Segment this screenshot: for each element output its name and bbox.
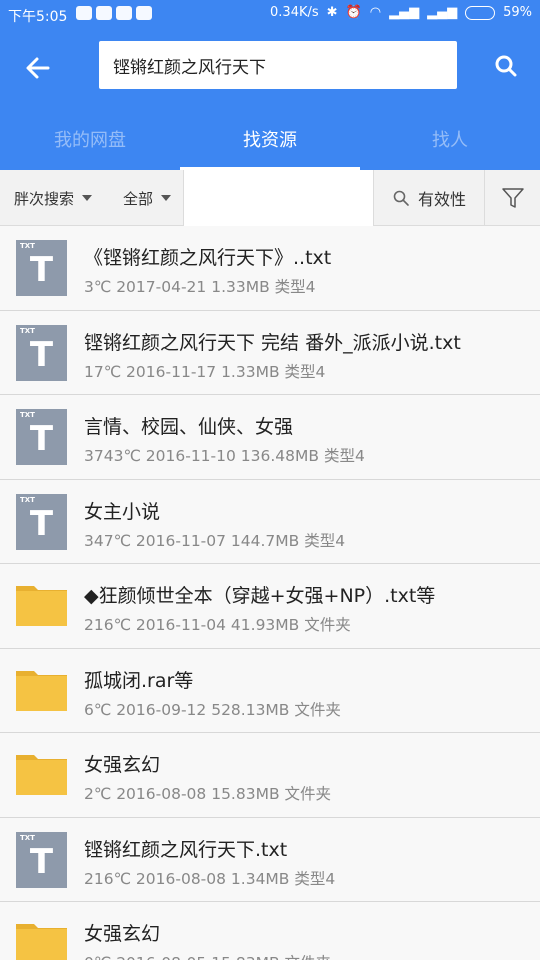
item-meta: 3℃ 2017-04-21 1.33MB 类型4	[84, 278, 316, 296]
list-item[interactable]: TXT T 言情、校园、仙侠、女强 3743℃ 2016-11-10 136.48MB…	[0, 395, 540, 480]
alarm-icon: ⏰	[345, 5, 362, 20]
item-title: 女强玄幻	[84, 754, 161, 776]
app-header: 下午5:05 0.34K/s ✱ ⏰ ◠ ▂▄▆ ▂▄▆ 59% 我的网盘 找资…	[0, 0, 540, 170]
search-icon	[393, 190, 409, 206]
item-meta: 0℃ 2016-08-05 15.83MB 文件夹	[84, 951, 331, 960]
validity-label: 有效性	[417, 190, 466, 209]
item-title: ◆狂颜倾世全本（穿越+女强+NP）.txt等	[84, 585, 436, 607]
tab-bar: 我的网盘 找资源 找人	[0, 116, 540, 170]
item-title: 孤城闭.rar等	[84, 669, 194, 692]
txt-label: TXT	[20, 326, 35, 335]
item-title: 女主小说	[84, 500, 161, 523]
list-item[interactable]: ◆狂颜倾世全本（穿越+女强+NP）.txt等 216℃ 2016-11-04 41…	[0, 564, 540, 649]
wechat-icon	[76, 6, 92, 20]
list-item[interactable]: TXT T 铿锵红颜之风行天下 完结 番外_派派小说.txt 17℃ 2016-11-…	[0, 310, 540, 395]
search-icon[interactable]	[490, 50, 522, 82]
resource-list: TXT T 《铿锵红颜之风行天下》..txt 3℃ 2017-04-21 1.33MB…	[0, 226, 540, 960]
dropdown-arrow-icon	[82, 195, 93, 201]
txt-letter: T	[29, 250, 54, 290]
folder-icon	[16, 663, 67, 719]
txt-letter: T	[29, 334, 54, 375]
wechat-icon	[96, 6, 112, 20]
item-title: 铿锵红颜之风行天下.txt	[84, 838, 288, 861]
txt-file-icon: TXT T	[16, 831, 67, 888]
txt-file-icon: TXT T	[16, 324, 67, 381]
status-time: 下午5:05	[8, 9, 68, 25]
item-title: 言情、校园、仙侠、女强	[84, 416, 294, 438]
network-speed: 0.34K/s	[270, 5, 319, 20]
search-input[interactable]	[113, 55, 443, 75]
item-meta: 2℃ 2016-08-08 15.83MB 文件夹	[84, 785, 332, 803]
validity-filter-button[interactable]: 有效性	[374, 170, 485, 226]
notification-icons	[76, 6, 152, 20]
battery-percent: 59%	[503, 5, 532, 20]
back-arrow-icon[interactable]	[22, 52, 54, 84]
signal-icon: ▂▄▆	[389, 5, 420, 20]
item-meta: 6℃ 2016-09-12 528.13MB 文件夹	[84, 700, 341, 719]
bluetooth-icon: ✱	[326, 5, 338, 20]
tab-my-disk[interactable]: 我的网盘	[0, 116, 180, 170]
txt-label: TXT	[20, 833, 35, 842]
item-title: 铿锵红颜之风行天下 完结 番外_派派小说.txt	[84, 331, 461, 354]
txt-file-icon: TXT T	[16, 409, 67, 465]
signal-icon: ▂▄▆	[427, 5, 458, 20]
search-box[interactable]	[99, 41, 457, 89]
txt-file-icon: TXT T	[16, 240, 67, 296]
list-item[interactable]: TXT T 女主小说 347℃ 2016-11-07 144.7MB 类型4	[0, 479, 540, 564]
list-item[interactable]: TXT T 《铿锵红颜之风行天下》..txt 3℃ 2017-04-21 1.33MB…	[0, 226, 540, 311]
txt-label: TXT	[20, 411, 35, 419]
sort-dropdown-label: 胖次搜索	[14, 189, 75, 208]
tab-find-people[interactable]: 找人	[360, 116, 540, 170]
item-meta: 347℃ 2016-11-07 144.7MB 类型4	[84, 531, 346, 550]
app-notification-icon	[136, 6, 152, 20]
list-item[interactable]: 孤城闭.rar等 6℃ 2016-09-12 528.13MB 文件夹	[0, 648, 540, 733]
item-title: 女强玄幻	[84, 923, 161, 945]
item-meta: 3743℃ 2016-11-10 136.48MB 类型4	[84, 447, 365, 465]
type-dropdown[interactable]: 全部	[123, 170, 172, 226]
dropdown-arrow-icon	[161, 195, 172, 201]
txt-label: TXT	[20, 495, 35, 504]
list-item[interactable]: 女强玄幻 2℃ 2016-08-08 15.83MB 文件夹	[0, 733, 540, 818]
item-meta: 216℃ 2016-11-04 41.93MB 文件夹	[84, 616, 351, 634]
filter-funnel-button[interactable]	[486, 170, 540, 226]
list-item[interactable]: TXT T 铿锵红颜之风行天下.txt 216℃ 2016-08-08 1.34MB …	[0, 817, 540, 902]
txt-label: TXT	[20, 242, 35, 250]
type-dropdown-label: 全部	[123, 189, 154, 208]
folder-icon	[16, 916, 67, 960]
list-item[interactable]: 女强玄幻 0℃ 2016-08-05 15.83MB 文件夹	[0, 902, 540, 960]
folder-icon	[16, 578, 67, 634]
filter-input[interactable]	[183, 170, 374, 226]
folder-icon	[16, 747, 67, 803]
battery-icon	[465, 6, 496, 20]
sort-dropdown[interactable]: 胖次搜索	[14, 170, 93, 226]
app-notification-icon	[116, 6, 132, 20]
status-bar: 下午5:05 0.34K/s ✱ ⏰ ◠ ▂▄▆ ▂▄▆ 59%	[0, 0, 540, 30]
txt-letter: T	[29, 841, 54, 882]
txt-file-icon: TXT T	[16, 493, 67, 550]
funnel-icon	[502, 188, 524, 208]
txt-letter: T	[29, 419, 54, 459]
tab-find-resources[interactable]: 找资源	[180, 116, 360, 170]
status-right: 0.34K/s ✱ ⏰ ◠ ▂▄▆ ▂▄▆ 59%	[270, 6, 532, 20]
wifi-icon: ◠	[369, 5, 382, 20]
txt-letter: T	[29, 503, 54, 544]
filter-bar: 胖次搜索 全部 有效性	[0, 170, 540, 226]
item-meta: 17℃ 2016-11-17 1.33MB 类型4	[84, 362, 326, 381]
item-meta: 216℃ 2016-08-08 1.34MB 类型4	[84, 869, 336, 888]
item-title: 《铿锵红颜之风行天下》..txt	[84, 247, 332, 269]
